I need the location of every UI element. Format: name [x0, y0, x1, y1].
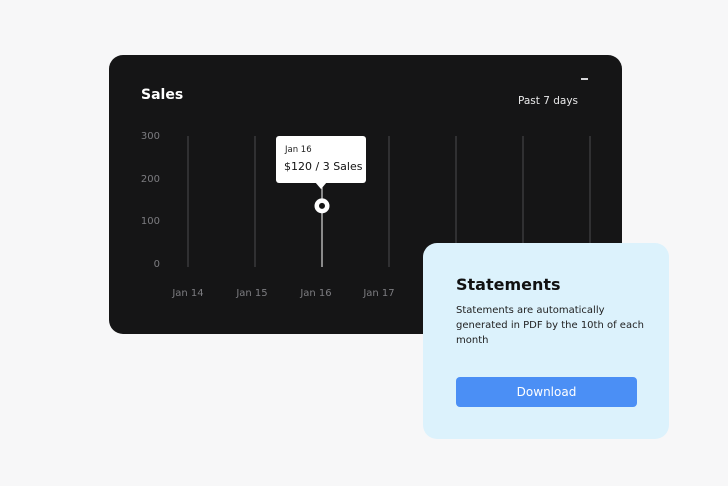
download-button[interactable]: Download: [456, 377, 637, 407]
x-tick-label: Jan 16: [300, 288, 332, 299]
x-tick-label: Jan 14: [172, 288, 204, 299]
x-tick-label: Jan 17: [363, 288, 395, 299]
statements-description: Statements are automatically generated i…: [456, 305, 644, 346]
statements-title: Statements: [456, 275, 561, 294]
chart-tooltip: Jan 16 $120 / 3 Sales: [276, 136, 366, 189]
x-tick-label: Jan 15: [236, 288, 268, 299]
tooltip-date: Jan 16: [285, 145, 312, 155]
tooltip-value: $120 / 3 Sales: [284, 160, 363, 173]
data-point-marker-center: [319, 202, 325, 209]
statements-card: Statements Statements are automatically …: [423, 243, 669, 439]
page: Sales Past 7 days 300 200 100 0 Jan 16 $…: [0, 0, 728, 486]
